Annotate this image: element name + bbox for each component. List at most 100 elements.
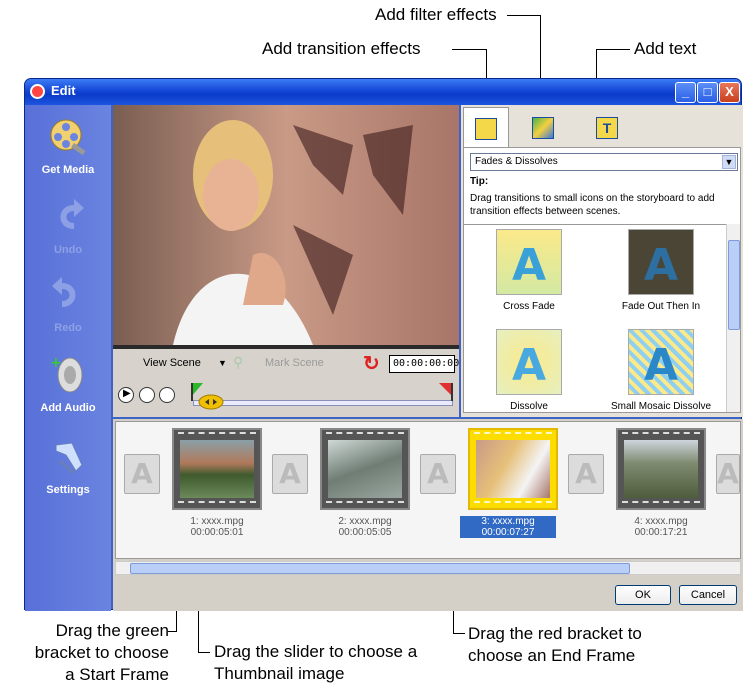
film-perforation bbox=[178, 432, 256, 437]
tab-filters[interactable] bbox=[521, 107, 565, 147]
effects-grid: A Cross Fade A Fade Out Then In A Dissol… bbox=[464, 224, 726, 412]
callout-line bbox=[168, 631, 177, 632]
tab-transitions[interactable] bbox=[463, 107, 509, 149]
close-button[interactable]: X bbox=[719, 82, 740, 103]
transition-glyph: A bbox=[427, 457, 449, 490]
film-perforation bbox=[178, 501, 256, 506]
clip-label: 1: xxxx.mpg 00:00:05:01 bbox=[162, 516, 272, 538]
effect-thumbnail: A bbox=[628, 229, 694, 295]
effects-scrollbar[interactable] bbox=[726, 224, 740, 412]
sidebar-item-add-audio[interactable]: + Add Audio bbox=[25, 355, 111, 414]
title-bar[interactable]: Edit _ □ X bbox=[25, 79, 741, 105]
effect-thumbnail: A bbox=[496, 229, 562, 295]
scrollbar-thumb[interactable] bbox=[130, 563, 630, 574]
sidebar-item-redo[interactable]: Redo bbox=[25, 275, 111, 334]
sidebar-item-get-media[interactable]: Get Media bbox=[25, 117, 111, 176]
effect-item[interactable]: A Small Mosaic Dissolve bbox=[596, 325, 726, 412]
effect-glyph: A bbox=[511, 340, 547, 391]
callout-green-bracket: Drag the green bracket to choose a Start… bbox=[34, 621, 169, 684]
sidebar-item-label: Redo bbox=[54, 322, 82, 334]
transition-slot[interactable]: A bbox=[716, 454, 740, 494]
callout-text: Add text bbox=[634, 39, 697, 58]
sidebar-item-undo[interactable]: Undo bbox=[25, 197, 111, 256]
film-perforation bbox=[474, 501, 552, 506]
film-perforation bbox=[326, 501, 404, 506]
effect-item[interactable]: A Dissolve bbox=[464, 325, 594, 412]
effect-item[interactable]: A Fade Out Then In bbox=[596, 225, 726, 312]
speaker-icon: + bbox=[50, 355, 83, 393]
end-bracket-handle[interactable] bbox=[437, 383, 453, 401]
chevron-down-icon[interactable]: ▼ bbox=[722, 155, 736, 169]
category-select[interactable]: Fades & Dissolves ▼ bbox=[470, 153, 738, 171]
transition-tab-icon bbox=[475, 118, 497, 140]
redo-arrow-icon bbox=[52, 277, 76, 307]
sidebar-item-label: Get Media bbox=[41, 164, 95, 176]
transition-glyph: A bbox=[131, 457, 153, 490]
transition-slot[interactable]: A bbox=[124, 454, 160, 494]
effect-item[interactable]: A Cross Fade bbox=[464, 225, 594, 312]
view-scene-label: View Scene bbox=[143, 357, 201, 369]
play-icon: ▶ bbox=[123, 388, 131, 399]
category-value: Fades & Dissolves bbox=[475, 156, 558, 167]
storyboard-scrollbar[interactable] bbox=[115, 561, 741, 575]
storyboard-clip[interactable] bbox=[172, 428, 262, 510]
tip-label: Tip: bbox=[470, 176, 489, 187]
transition-glyph: A bbox=[717, 457, 739, 490]
scrollbar-thumb[interactable] bbox=[728, 240, 740, 330]
callout-transition: Add transition effects bbox=[262, 39, 421, 58]
callout-line bbox=[198, 652, 210, 653]
ok-button[interactable]: OK bbox=[615, 585, 671, 605]
sidebar-item-label: Undo bbox=[53, 244, 83, 256]
film-perforation bbox=[474, 432, 552, 437]
clip-name: 4: xxxx.mpg bbox=[634, 516, 688, 527]
trim-slider-track[interactable] bbox=[193, 400, 453, 406]
next-frame-button[interactable] bbox=[159, 387, 175, 403]
effect-glyph: A bbox=[511, 240, 547, 291]
tab-text[interactable]: T bbox=[585, 107, 629, 147]
filter-tab-icon bbox=[532, 117, 554, 139]
tip-text: Drag transitions to small icons on the s… bbox=[470, 193, 715, 217]
transition-slot[interactable]: A bbox=[272, 454, 308, 494]
callout-red-bracket: Drag the red bracket to choose an End Fr… bbox=[468, 624, 642, 665]
clip-duration: 00:00:05:05 bbox=[338, 527, 392, 538]
maximize-button[interactable]: □ bbox=[697, 82, 718, 103]
storyboard-clip[interactable] bbox=[320, 428, 410, 510]
sidebar-item-label: Add Audio bbox=[40, 402, 96, 414]
prev-frame-button[interactable] bbox=[139, 387, 155, 403]
reset-icon[interactable]: ↻ bbox=[363, 351, 380, 376]
settings-icon bbox=[55, 442, 83, 475]
callout-line bbox=[452, 49, 486, 50]
sidebar-item-settings[interactable]: Settings bbox=[25, 437, 111, 496]
clip-label: 4: xxxx.mpg 00:00:17:21 bbox=[606, 516, 716, 538]
cancel-button[interactable]: Cancel bbox=[679, 585, 737, 605]
clip-name: 2: xxxx.mpg bbox=[338, 516, 392, 527]
transition-slot[interactable]: A bbox=[420, 454, 456, 494]
video-preview bbox=[113, 105, 459, 349]
view-scene-button[interactable]: View Scene ▼ bbox=[143, 357, 227, 369]
magnifier-icon[interactable]: ⚲ bbox=[233, 354, 243, 371]
storyboard-clip-selected[interactable] bbox=[468, 428, 558, 510]
undo-arrow-icon bbox=[60, 199, 84, 229]
window-title: Edit bbox=[51, 83, 76, 98]
clip-name: 3: xxxx.mpg bbox=[481, 516, 535, 527]
clip-name: 1: xxxx.mpg bbox=[190, 516, 244, 527]
callout-filter: Add filter effects bbox=[375, 5, 497, 24]
effect-name: Dissolve bbox=[510, 401, 548, 412]
minimize-button[interactable]: _ bbox=[675, 82, 696, 103]
mark-scene-button[interactable]: Mark Scene bbox=[265, 357, 324, 369]
film-perforation bbox=[622, 501, 700, 506]
transition-slot[interactable]: A bbox=[568, 454, 604, 494]
chevron-down-icon: ▼ bbox=[217, 358, 227, 368]
effects-panel: T Fades & Dissolves ▼ Tip: Drag transiti… bbox=[461, 105, 743, 417]
clip-duration: 00:00:05:01 bbox=[190, 527, 244, 538]
sidebar: Get Media Undo Redo + Add Audio Settings bbox=[25, 105, 111, 611]
sidebar-item-label: Settings bbox=[46, 484, 90, 496]
callout-line bbox=[596, 49, 630, 50]
storyboard-clip[interactable] bbox=[616, 428, 706, 510]
clip-label-selected: 3: xxxx.mpg 00:00:07:27 bbox=[460, 516, 556, 538]
storyboard: A 1: xxxx.mpg 00:00:05:01 A 2: xxxx.mpg … bbox=[113, 419, 743, 575]
film-reel-icon bbox=[50, 119, 86, 156]
thumbnail-slider-handle[interactable] bbox=[197, 393, 225, 411]
clip-thumbnail bbox=[476, 440, 550, 498]
text-tab-icon: T bbox=[596, 117, 618, 139]
